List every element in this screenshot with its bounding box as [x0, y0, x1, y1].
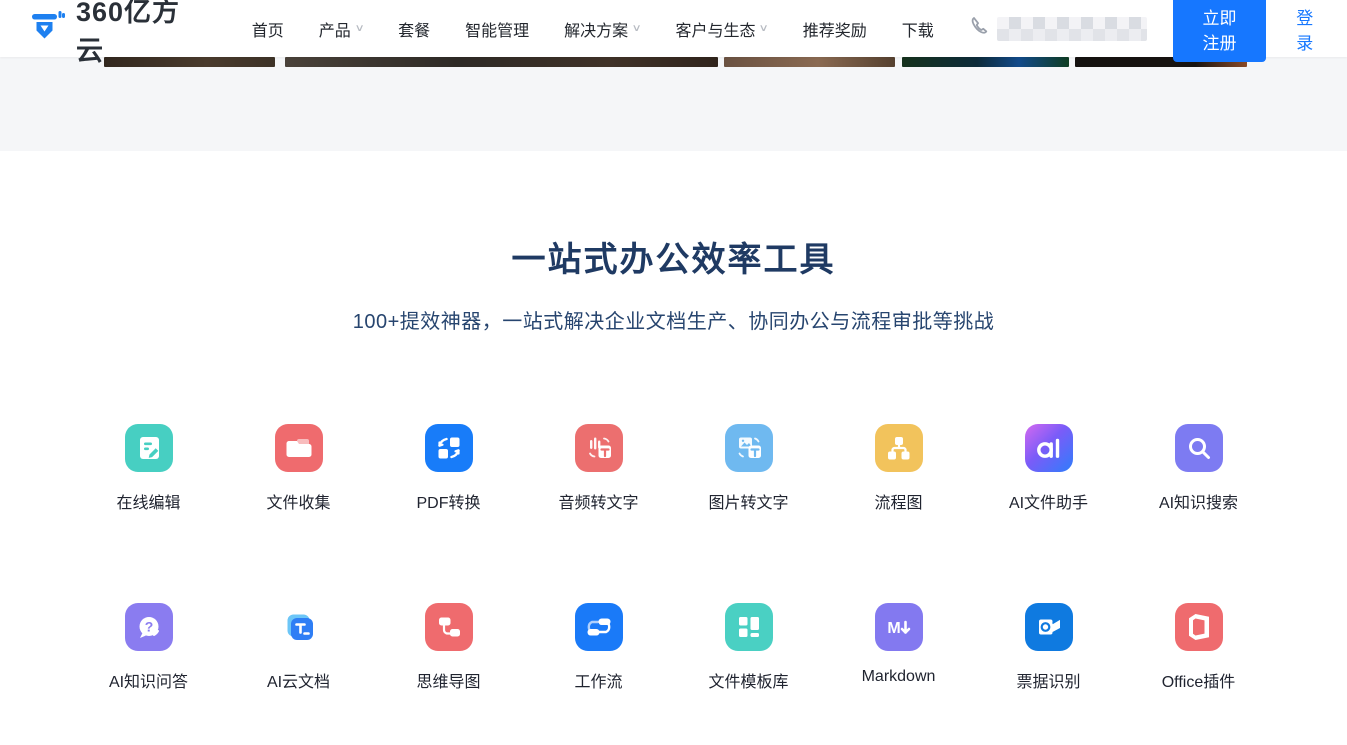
tool-label: 文件收集 [266, 489, 330, 513]
tool-ai-file-assistant[interactable]: AI文件助手 [974, 424, 1124, 513]
folder-collect-icon [275, 424, 323, 472]
nav-item-referral-rewards[interactable]: 推荐奖励 [803, 17, 867, 41]
doc-edit-icon [125, 424, 173, 472]
ai-qa-icon: ? [125, 603, 173, 651]
audio-to-text-icon [575, 424, 623, 472]
office-plugin-icon [1175, 603, 1223, 651]
nav-item-plans[interactable]: 套餐 [398, 17, 430, 41]
tool-pdf-convert[interactable]: PDF转换 [374, 424, 524, 513]
tool-file-collect[interactable]: 文件收集 [224, 424, 374, 513]
tool-label: Markdown [862, 668, 936, 686]
pdf-convert-icon [425, 424, 473, 472]
workflow-icon [575, 603, 623, 651]
carousel-slide-3[interactable] [724, 57, 895, 67]
hero-carousel-section [0, 57, 1347, 151]
nav-item-customers-ecosystem[interactable]: 客户与生态∨ [675, 17, 767, 41]
tool-label: 流程图 [874, 489, 922, 513]
page-title: 一站式办公效率工具 [0, 232, 1347, 281]
phone-number [969, 15, 1147, 42]
chevron-down-icon: ∨ [632, 24, 642, 34]
phone-icon [969, 15, 991, 42]
login-link[interactable]: 登录 [1296, 4, 1320, 54]
tool-receipt-recognition[interactable]: 票据识别 [974, 603, 1124, 692]
logo[interactable]: 360亿方云 [30, 0, 194, 68]
tool-mindmap[interactable]: 思维导图 [374, 603, 524, 692]
tools-section: 一站式办公效率工具 100+提效神器，一站式解决企业文档生产、协同办公与流程审批… [0, 151, 1347, 692]
ai-assistant-icon [1025, 424, 1073, 472]
tool-label: 工作流 [574, 668, 622, 692]
nav-item-home[interactable]: 首页 [252, 17, 284, 41]
tool-label: 在线编辑 [116, 489, 180, 513]
mindmap-icon [425, 603, 473, 651]
nav-item-download[interactable]: 下载 [902, 17, 934, 41]
tool-ai-cloud-doc[interactable]: AI云文档 [224, 603, 374, 692]
svg-text:M: M [887, 620, 900, 637]
tool-flowchart[interactable]: 流程图 [824, 424, 974, 513]
header-right: 立即注册 登录 [969, 0, 1320, 62]
markdown-icon: M [875, 603, 923, 651]
tool-label: AI知识搜索 [1159, 489, 1238, 513]
tool-label: AI云文档 [267, 668, 330, 692]
nav-item-solutions[interactable]: 解决方案∨ [564, 17, 640, 41]
cloud-doc-icon [275, 603, 323, 651]
top-navbar: 360亿方云 首页 产品∨ 套餐 智能管理 解决方案∨ 客户与生态∨ 推荐奖励 … [0, 0, 1347, 57]
template-grid-icon [725, 603, 773, 651]
logo-text: 360亿方云 [76, 0, 194, 68]
tool-label: AI文件助手 [1009, 489, 1088, 513]
tool-file-template-library[interactable]: 文件模板库 [674, 603, 824, 692]
page-subtitle: 100+提效神器，一站式解决企业文档生产、协同办公与流程审批等挑战 [0, 305, 1347, 334]
tool-label: PDF转换 [416, 489, 480, 513]
chevron-down-icon: ∨ [759, 24, 769, 34]
tool-label: 文件模板库 [708, 668, 788, 692]
tool-markdown[interactable]: M Markdown [824, 603, 974, 692]
flowchart-icon [875, 424, 923, 472]
nav-item-smart-management[interactable]: 智能管理 [465, 17, 529, 41]
logo-shield-icon [30, 9, 66, 48]
chevron-down-icon: ∨ [354, 24, 364, 34]
tool-label: 图片转文字 [708, 489, 788, 513]
image-to-text-icon [725, 424, 773, 472]
tool-ai-knowledge-qa[interactable]: ? AI知识问答 [74, 603, 224, 692]
ai-search-icon [1175, 424, 1223, 472]
carousel-slide-2[interactable] [285, 57, 718, 67]
tool-label: AI知识问答 [109, 668, 188, 692]
receipt-ocr-icon [1025, 603, 1073, 651]
tool-label: 音频转文字 [558, 489, 638, 513]
main-nav: 首页 产品∨ 套餐 智能管理 解决方案∨ 客户与生态∨ 推荐奖励 下载 [252, 17, 969, 41]
tool-image-to-text[interactable]: 图片转文字 [674, 424, 824, 513]
phone-number-redacted [997, 17, 1147, 41]
nav-item-products[interactable]: 产品∨ [319, 17, 363, 41]
tool-online-edit[interactable]: 在线编辑 [74, 424, 224, 513]
tool-label: 票据识别 [1016, 668, 1080, 692]
tool-office-plugin[interactable]: Office插件 [1124, 603, 1274, 692]
tool-ai-knowledge-search[interactable]: AI知识搜索 [1124, 424, 1274, 513]
tool-audio-to-text[interactable]: 音频转文字 [524, 424, 674, 513]
svg-text:?: ? [144, 619, 153, 635]
register-button[interactable]: 立即注册 [1173, 0, 1266, 62]
tool-label: Office插件 [1162, 668, 1236, 692]
tools-grid: 在线编辑 文件收集 PDF转 [74, 424, 1274, 692]
tool-workflow[interactable]: 工作流 [524, 603, 674, 692]
tool-label: 思维导图 [416, 668, 480, 692]
